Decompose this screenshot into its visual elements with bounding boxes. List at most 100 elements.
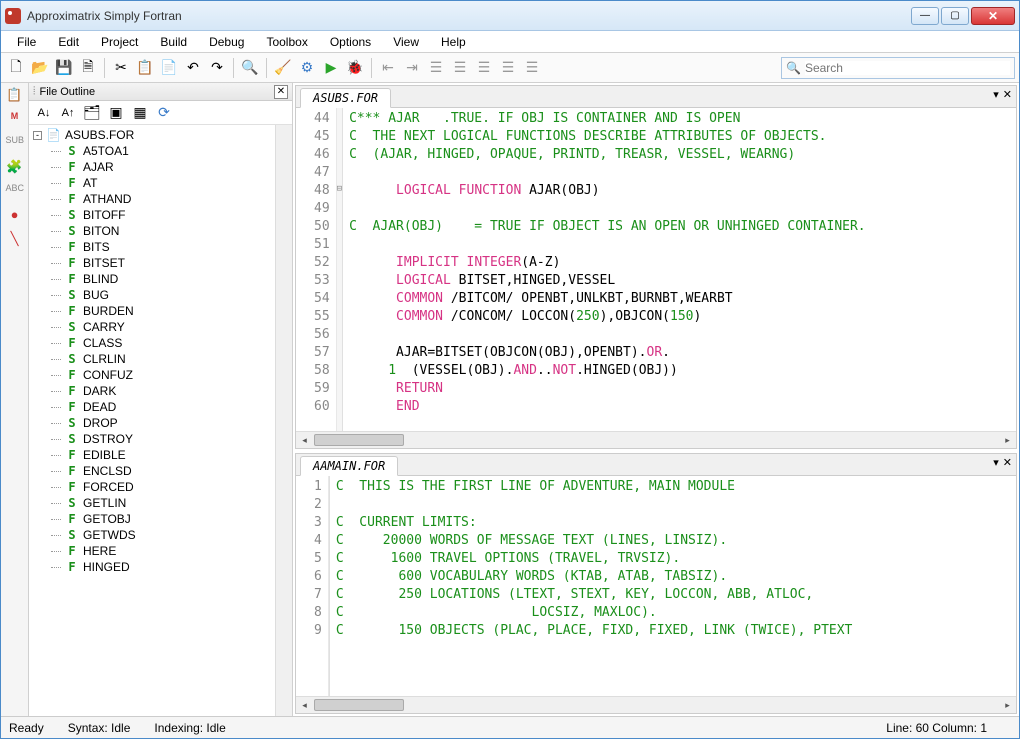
- outline-tree[interactable]: -📄ASUBS.FORSA5TOA1FAJARFATFATHANDSBITOFF…: [29, 125, 275, 716]
- code-line[interactable]: C*** AJAR .TRUE. IF OBJ IS CONTAINER AND…: [349, 110, 1016, 128]
- tree-item[interactable]: FGETOBJ: [33, 511, 271, 527]
- puzzle-panel-icon[interactable]: 🧩: [6, 159, 24, 177]
- fold-margin[interactable]: [337, 252, 342, 270]
- open-file-icon[interactable]: 📂: [29, 57, 51, 79]
- scroll-right-icon[interactable]: ▸: [999, 697, 1016, 714]
- menu-edit[interactable]: Edit: [48, 33, 89, 51]
- tree-item[interactable]: SBUG: [33, 287, 271, 303]
- redo-icon[interactable]: ↷: [206, 57, 228, 79]
- save-all-icon[interactable]: 🗎: [77, 57, 99, 79]
- fold-margin[interactable]: [337, 144, 342, 162]
- tree-item[interactable]: SDSTROY: [33, 431, 271, 447]
- code-line[interactable]: LOGICAL BITSET,HINGED,VESSEL: [349, 272, 1016, 290]
- tree-root[interactable]: -📄ASUBS.FOR: [33, 127, 271, 143]
- fold-margin[interactable]: [337, 288, 342, 306]
- debug-icon[interactable]: 🐞: [344, 57, 366, 79]
- close-button[interactable]: ✕: [971, 7, 1015, 25]
- tree-item[interactable]: FENCLSD: [33, 463, 271, 479]
- tree-item[interactable]: FDEAD: [33, 399, 271, 415]
- fold-margin[interactable]: [337, 324, 342, 342]
- tree-item[interactable]: FBLIND: [33, 271, 271, 287]
- code-line[interactable]: [349, 326, 1016, 344]
- tree-item[interactable]: SA5TOA1: [33, 143, 271, 159]
- editor-hscrollbar[interactable]: ◂ ▸: [296, 696, 1016, 713]
- project-panel-icon[interactable]: 📋: [6, 87, 24, 105]
- fold-margin[interactable]: [337, 198, 342, 216]
- tree-item[interactable]: FCLASS: [33, 335, 271, 351]
- tab-dropdown-icon[interactable]: ▾: [993, 88, 999, 101]
- outline-scrollbar[interactable]: [275, 125, 292, 716]
- tree-item[interactable]: SGETLIN: [33, 495, 271, 511]
- code-line[interactable]: C 20000 WORDS OF MESSAGE TEXT (LINES, LI…: [336, 532, 1016, 550]
- menu-debug[interactable]: Debug: [199, 33, 254, 51]
- menu-build[interactable]: Build: [150, 33, 197, 51]
- menu-project[interactable]: Project: [91, 33, 148, 51]
- tree-item[interactable]: SGETWDS: [33, 527, 271, 543]
- tree-item[interactable]: FATHAND: [33, 191, 271, 207]
- sort-alpha-icon[interactable]: A↓: [33, 102, 55, 124]
- bookmark-next-icon[interactable]: ☰: [497, 57, 519, 79]
- fold-margin[interactable]: ⊟: [337, 180, 342, 198]
- code-editor-bottom[interactable]: 123456789 C THIS IS THE FIRST LINE OF AD…: [296, 476, 1016, 696]
- copy-icon[interactable]: 📋: [134, 57, 156, 79]
- tree-item[interactable]: SCARRY: [33, 319, 271, 335]
- code-line[interactable]: END: [349, 398, 1016, 416]
- maximize-button[interactable]: ▢: [941, 7, 969, 25]
- code-line[interactable]: [349, 200, 1016, 218]
- undo-icon[interactable]: ↶: [182, 57, 204, 79]
- minimize-button[interactable]: —: [911, 7, 939, 25]
- settings-gear-icon[interactable]: ⚙: [296, 57, 318, 79]
- close-panel-icon[interactable]: ✕: [274, 85, 288, 99]
- tab-asubs[interactable]: ASUBS.FOR: [300, 88, 391, 108]
- save-icon[interactable]: 💾: [53, 57, 75, 79]
- menu-file[interactable]: File: [7, 33, 46, 51]
- abc-panel-icon[interactable]: ABC: [6, 183, 24, 201]
- code-line[interactable]: C 150 OBJECTS (PLAC, PLACE, FIXD, FIXED,…: [336, 622, 1016, 640]
- fold-margin[interactable]: [337, 108, 342, 126]
- menu-view[interactable]: View: [383, 33, 429, 51]
- scroll-left-icon[interactable]: ◂: [296, 432, 313, 449]
- tree-item[interactable]: FAJAR: [33, 159, 271, 175]
- tree-item[interactable]: FAT: [33, 175, 271, 191]
- fold-margin[interactable]: [337, 162, 342, 180]
- subroutines-panel-icon[interactable]: SUB: [6, 135, 24, 153]
- code-editor-top[interactable]: 4445464748495051525354555657585960 ⊟ C**…: [296, 108, 1016, 431]
- tab-aamain[interactable]: AAMAIN.FOR: [300, 456, 398, 476]
- code-line[interactable]: C 600 VOCABULARY WORDS (KTAB, ATAB, TABS…: [336, 568, 1016, 586]
- indent-icon[interactable]: ⇤: [377, 57, 399, 79]
- fold-margin[interactable]: [337, 378, 342, 396]
- tab-dropdown-icon[interactable]: ▾: [993, 456, 999, 469]
- tree-item[interactable]: SBITOFF: [33, 207, 271, 223]
- run-icon[interactable]: ▶: [320, 57, 342, 79]
- uncomment-icon[interactable]: ☰: [449, 57, 471, 79]
- code-line[interactable]: [349, 236, 1016, 254]
- tree-item[interactable]: FFORCED: [33, 479, 271, 495]
- code-line[interactable]: C THIS IS THE FIRST LINE OF ADVENTURE, M…: [336, 478, 1016, 496]
- tree-item[interactable]: FEDIBLE: [33, 447, 271, 463]
- editor-hscrollbar[interactable]: ◂ ▸: [296, 431, 1016, 448]
- tree-item[interactable]: FBURDEN: [33, 303, 271, 319]
- comment-icon[interactable]: ☰: [425, 57, 447, 79]
- tree-item[interactable]: FDARK: [33, 383, 271, 399]
- paste-icon[interactable]: 📄: [158, 57, 180, 79]
- search-input[interactable]: [805, 61, 1010, 75]
- tab-close-icon[interactable]: ✕: [1003, 88, 1012, 101]
- code-line[interactable]: COMMON /BITCOM/ OPENBT,UNLKBT,BURNBT,WEA…: [349, 290, 1016, 308]
- tree-item[interactable]: SDROP: [33, 415, 271, 431]
- menu-toolbox[interactable]: Toolbox: [256, 33, 317, 51]
- sort-alpha-rev-icon[interactable]: A↑: [57, 102, 79, 124]
- code-line[interactable]: C AJAR(OBJ) = TRUE IF OBJECT IS AN OPEN …: [349, 218, 1016, 236]
- fold-margin[interactable]: [337, 216, 342, 234]
- cut-icon[interactable]: ✂: [110, 57, 132, 79]
- code-line[interactable]: [336, 496, 1016, 514]
- outdent-icon[interactable]: ⇥: [401, 57, 423, 79]
- bookmark-prev-icon[interactable]: ☰: [521, 57, 543, 79]
- tools-panel-icon[interactable]: ╲: [6, 231, 24, 249]
- code-line[interactable]: 1 (VESSEL(OBJ).AND..NOT.HINGED(OBJ)): [349, 362, 1016, 380]
- fold-margin[interactable]: [337, 126, 342, 144]
- breakpoints-panel-icon[interactable]: ●: [6, 207, 24, 225]
- code-line[interactable]: AJAR=BITSET(OBJCON(OBJ),OPENBT).OR.: [349, 344, 1016, 362]
- tree-item[interactable]: FBITSET: [33, 255, 271, 271]
- tree-item[interactable]: SCLRLIN: [33, 351, 271, 367]
- code-line[interactable]: C 250 LOCATIONS (LTEXT, STEXT, KEY, LOCC…: [336, 586, 1016, 604]
